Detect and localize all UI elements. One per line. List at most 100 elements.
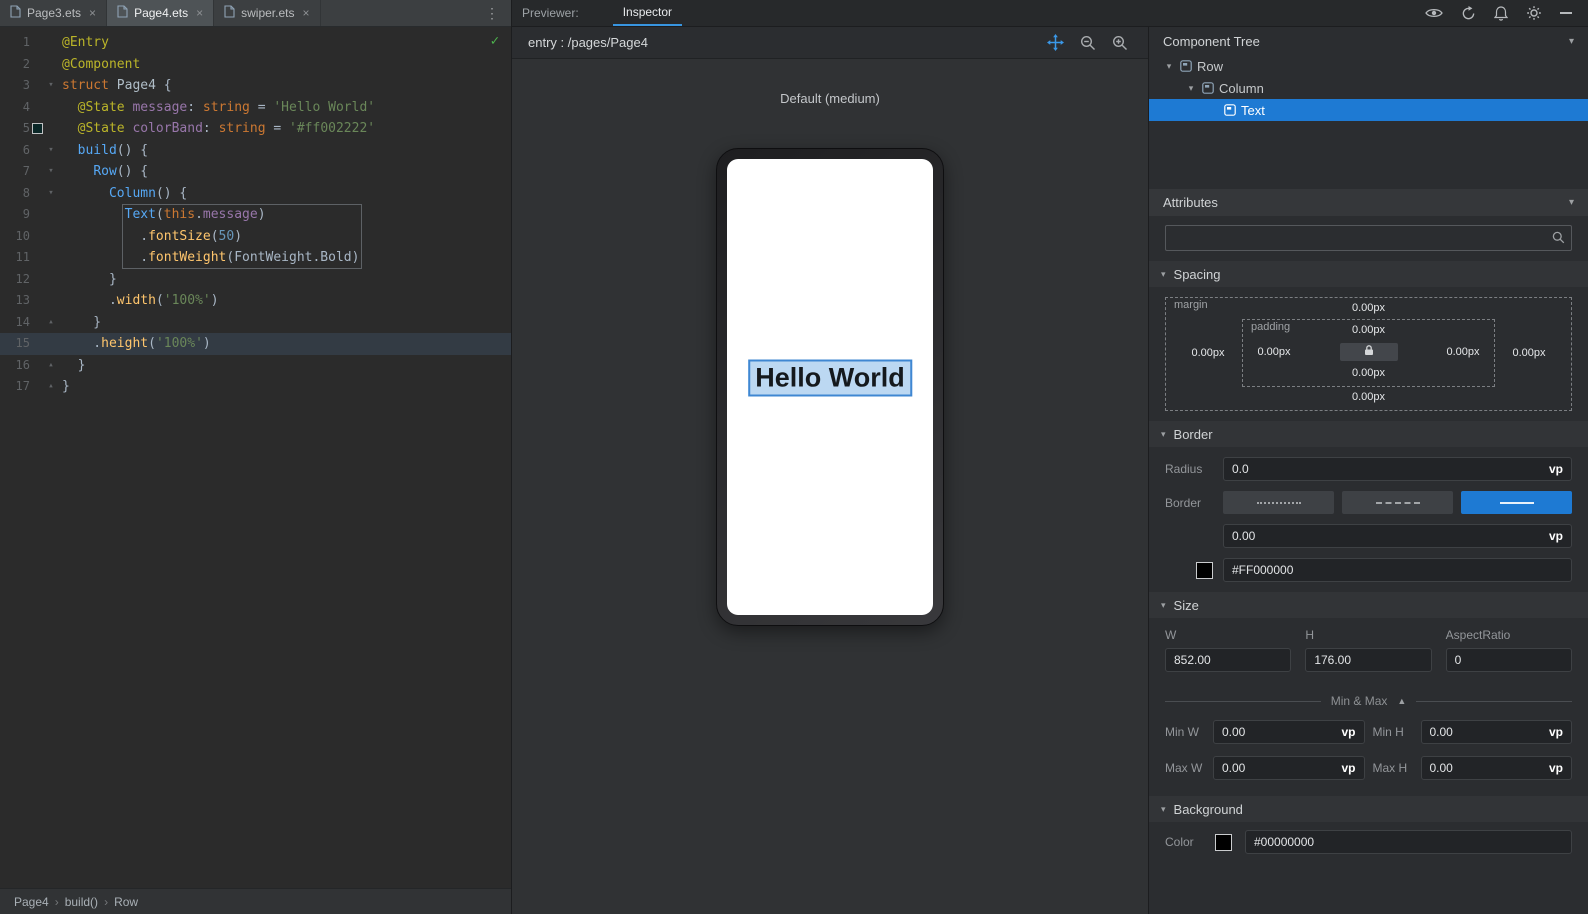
refresh-icon[interactable] — [1461, 5, 1476, 21]
section-spacing-header[interactable]: ▾ Spacing — [1149, 261, 1588, 287]
border-style-dotted-button[interactable] — [1223, 491, 1334, 514]
code-line[interactable]: 2 @Component — [0, 54, 511, 76]
analysis-ok-icon[interactable]: ✓ — [491, 33, 499, 49]
width-input[interactable]: 852.00 — [1165, 648, 1292, 672]
code-line[interactable]: 17 ▴} — [0, 376, 511, 398]
close-icon[interactable]: × — [196, 6, 203, 20]
bell-icon[interactable] — [1494, 5, 1508, 21]
gear-icon[interactable] — [1526, 5, 1542, 21]
tree-node-column[interactable]: ▾ Column — [1149, 77, 1588, 99]
min-height-value: 0.00 — [1429, 725, 1453, 739]
close-icon[interactable]: × — [89, 6, 96, 20]
border-width-input[interactable]: 0.00 vp — [1223, 524, 1572, 548]
gutter-color-swatch[interactable] — [30, 118, 44, 140]
section-border-header[interactable]: ▾ Border — [1149, 421, 1588, 447]
close-icon[interactable]: × — [302, 6, 309, 20]
code-line[interactable]: 9 Text(this.message) — [0, 204, 511, 226]
margin-bottom-value[interactable]: 0.00px — [1174, 387, 1563, 408]
margin-right-value[interactable]: 0.00px — [1495, 347, 1563, 359]
collapse-up-icon[interactable]: ▲ — [1397, 696, 1406, 706]
fold-icon[interactable]: ▴ — [44, 312, 58, 334]
right-side: Previewer: Inspector entry: /pages/Page… — [512, 0, 1588, 914]
radius-input[interactable]: 0.0 vp — [1223, 457, 1572, 481]
fold-icon[interactable]: ▾ — [44, 75, 58, 97]
padding-left-value[interactable]: 0.00px — [1247, 346, 1301, 358]
max-width-input[interactable]: 0.00 vp — [1213, 756, 1365, 780]
editor-tab[interactable]: Page4.ets × — [107, 0, 215, 26]
zoom-out-icon[interactable] — [1080, 35, 1096, 51]
previewer-topbar: Previewer: Inspector — [512, 0, 1588, 27]
min-width-input[interactable]: 0.00 vp — [1213, 720, 1365, 744]
border-style-buttons — [1223, 491, 1572, 514]
min-height-input[interactable]: 0.00 vp — [1420, 720, 1572, 744]
component-tree-header[interactable]: Component Tree ▾ — [1149, 27, 1588, 55]
padding-right-value[interactable]: 0.00px — [1436, 346, 1490, 358]
border-color-swatch[interactable] — [1196, 561, 1213, 579]
section-size-header[interactable]: ▾ Size — [1149, 592, 1588, 618]
code-line[interactable]: 8 ▾ Column() { — [0, 183, 511, 205]
fold-icon[interactable]: ▾ — [44, 140, 58, 162]
code-editor[interactable]: 1 @Entry 2 @Component 3 ▾ struct Page4 {4 @Sta… — [0, 27, 511, 888]
editor-tab[interactable]: Page3.ets × — [0, 0, 108, 26]
code-line[interactable]: 4 @State message: string = 'Hello World' — [0, 97, 511, 119]
code-line[interactable]: 6 ▾ build() { — [0, 140, 511, 162]
minimize-icon[interactable] — [1560, 12, 1572, 14]
border-style-label: Border — [1165, 495, 1202, 510]
code-line[interactable]: 1 @Entry — [0, 32, 511, 54]
fold-icon[interactable]: ▾ — [44, 183, 58, 205]
more-options-icon[interactable]: ⋮ — [473, 0, 511, 26]
code-line[interactable]: 15 .height('100%') — [0, 333, 511, 355]
expander-icon[interactable]: ▾ — [1185, 83, 1197, 94]
breadcrumb-item[interactable]: Page4 — [14, 895, 49, 909]
code-lines[interactable]: 1 @Entry 2 @Component 3 ▾ struct Page4 {4 @Sta… — [0, 27, 511, 398]
editor-tab[interactable]: swiper.ets × — [214, 0, 321, 26]
height-input[interactable]: 176.00 — [1305, 648, 1432, 672]
code-line[interactable]: 14 ▴ } — [0, 312, 511, 334]
minmax-divider[interactable]: Min & Max ▲ — [1165, 694, 1572, 708]
expander-icon[interactable]: ▾ — [1163, 61, 1175, 72]
code-line[interactable]: 13 .width('100%') — [0, 290, 511, 312]
spacing-title: Spacing — [1173, 266, 1221, 282]
tree-node-text[interactable]: Text — [1149, 99, 1588, 121]
preview-text-selected[interactable]: Hello World — [748, 359, 912, 397]
code-line[interactable]: 5 @State colorBand: string = '#ff002222' — [0, 118, 511, 140]
fold-icon — [44, 204, 58, 226]
breadcrumb-item[interactable]: Row — [114, 895, 138, 909]
phone-screen[interactable]: Hello World — [727, 159, 933, 615]
fold-icon[interactable]: ▴ — [44, 376, 58, 398]
padding-bottom-value[interactable]: 0.00px — [1247, 363, 1490, 384]
line-number: 2 — [22, 56, 30, 71]
fold-icon[interactable]: ▾ — [44, 161, 58, 183]
margin-left-value[interactable]: 0.00px — [1174, 347, 1242, 359]
max-height-input[interactable]: 0.00 vp — [1420, 756, 1572, 780]
fold-icon[interactable]: ▴ — [44, 355, 58, 377]
code-text: @State colorBand: string = '#ff002222' — [77, 121, 376, 136]
code-line[interactable]: 3 ▾ struct Page4 { — [0, 75, 511, 97]
background-color-swatch[interactable] — [1215, 833, 1232, 851]
border-style-solid-button[interactable] — [1461, 491, 1572, 514]
tree-node-row[interactable]: ▾ Row — [1149, 55, 1588, 77]
code-line[interactable]: 12 } — [0, 269, 511, 291]
tab-inspector[interactable]: Inspector — [612, 0, 683, 26]
section-background-header[interactable]: ▾ Background — [1149, 796, 1588, 822]
code-line[interactable]: 11 .fontWeight(FontWeight.Bold) — [0, 247, 511, 269]
pan-move-icon[interactable] — [1047, 34, 1064, 51]
component-tree: ▾ Row ▾ Column Text — [1149, 55, 1588, 189]
attributes-search-input[interactable] — [1165, 225, 1572, 251]
eye-icon[interactable] — [1425, 6, 1443, 20]
preview-canvas[interactable]: Default (medium) Hello World — [512, 59, 1148, 914]
attributes-header[interactable]: Attributes ▾ — [1149, 189, 1588, 216]
code-line[interactable]: 10 .fontSize(50) — [0, 226, 511, 248]
code-line[interactable]: 7 ▾ Row() { — [0, 161, 511, 183]
lock-aspect-button[interactable] — [1339, 343, 1398, 361]
zoom-in-icon[interactable] — [1112, 35, 1128, 51]
background-color-input[interactable]: #00000000 — [1245, 830, 1572, 854]
radius-value: 0.0 — [1232, 462, 1249, 476]
aspect-ratio-input[interactable]: 0 — [1445, 648, 1572, 672]
code-line[interactable]: 16 ▴ } — [0, 355, 511, 377]
line-number: 16 — [15, 357, 30, 372]
margin-top-value[interactable]: 0.00px — [1174, 298, 1563, 319]
border-style-dashed-button[interactable] — [1342, 491, 1453, 514]
border-color-input[interactable]: #FF000000 — [1223, 558, 1572, 582]
breadcrumb-item[interactable]: build() — [65, 895, 98, 909]
